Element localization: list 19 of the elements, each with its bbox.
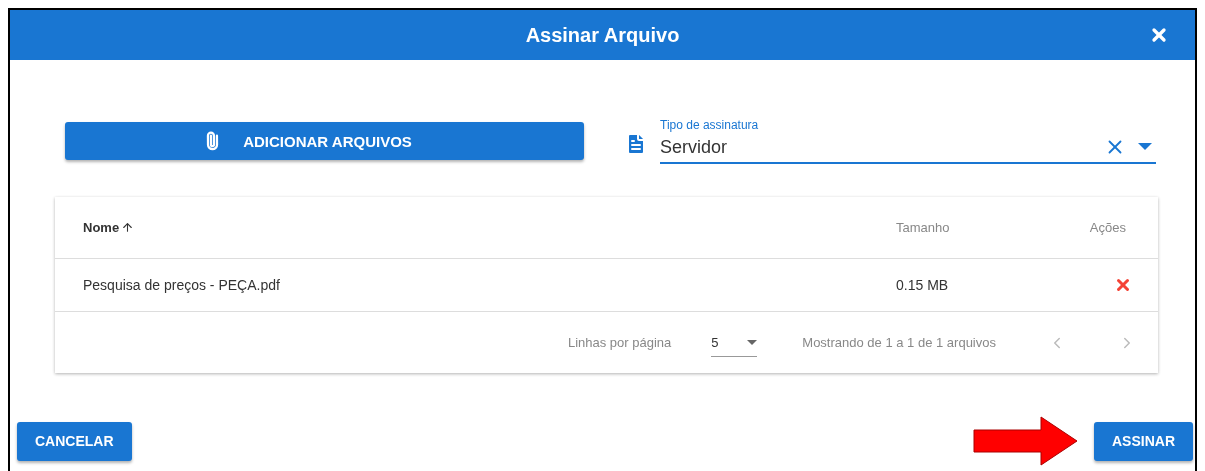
- signature-type-select[interactable]: Tipo de assinatura Servidor: [660, 118, 1156, 164]
- add-files-button[interactable]: ADICIONAR ARQUIVOS: [65, 122, 584, 160]
- rows-per-page-label: Linhas por página: [567, 335, 672, 350]
- field-label: Tipo de assinatura: [660, 118, 760, 132]
- file-size: 0.15 MB: [896, 277, 950, 293]
- cancel-button[interactable]: CANCELAR: [17, 421, 132, 461]
- caret-icon: [747, 339, 758, 345]
- caret-icon[interactable]: [1138, 143, 1152, 151]
- column-header: Tamanho: [896, 220, 950, 235]
- field-value: Servidor: [660, 136, 729, 158]
- delete-icon[interactable]: [1114, 276, 1132, 294]
- column-header: Ações: [1089, 220, 1126, 235]
- column-header[interactable]: Nome: [83, 220, 135, 235]
- file-name: Pesquisa de preços - PEÇA.pdf: [83, 277, 281, 293]
- dialog-title: Assinar Arquivo: [525, 23, 680, 47]
- range-text: Mostrando de 1 a 1 de 1 arquivos: [802, 335, 996, 350]
- sign-button[interactable]: ASSINAR: [1094, 421, 1193, 461]
- rows-per-page-select[interactable]: 5: [711, 328, 758, 357]
- close-button[interactable]: [1149, 25, 1169, 45]
